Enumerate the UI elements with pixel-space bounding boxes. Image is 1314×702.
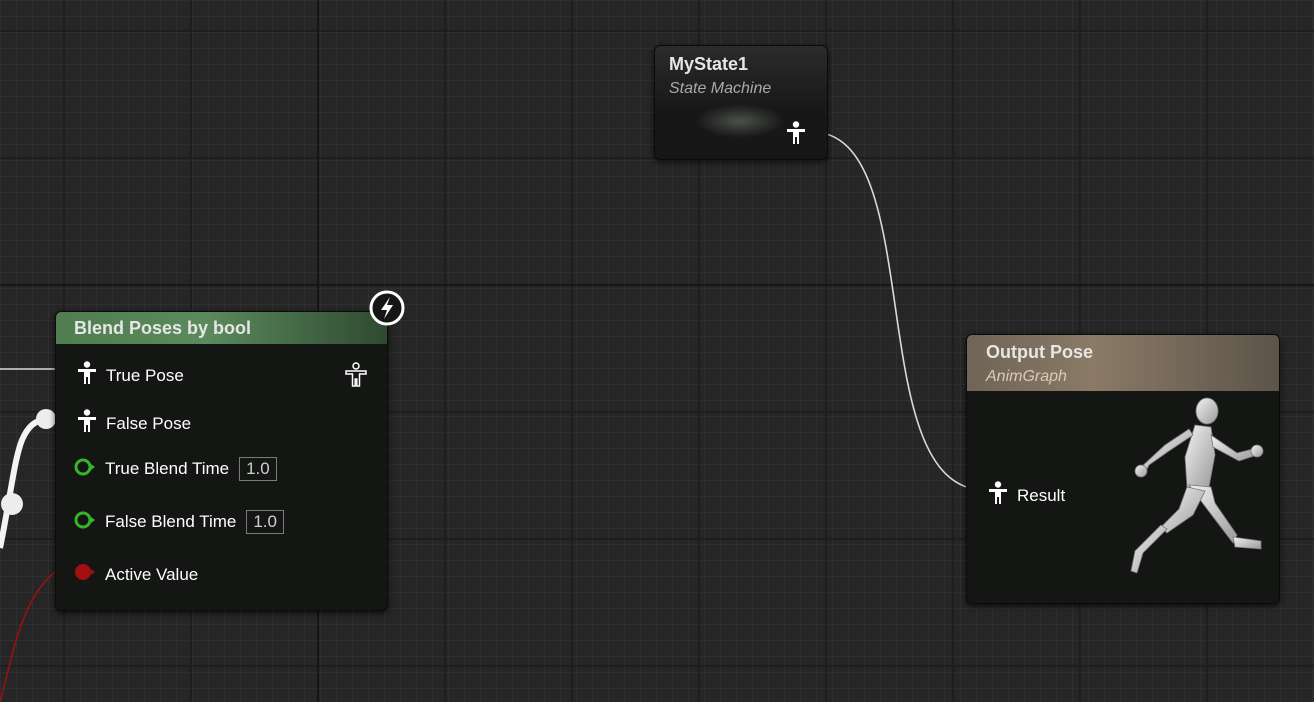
wire-reroute-knot[interactable] (36, 409, 56, 429)
state-machine-subtitle: State Machine (669, 80, 772, 97)
false-pose-wire[interactable] (0, 417, 46, 549)
bool-pin-icon[interactable] (74, 563, 96, 586)
false-blend-time-pin[interactable]: False Blend Time 1.0 (74, 510, 284, 534)
blend-poses-header[interactable]: Blend Poses by bool (56, 312, 387, 344)
active-value-wire[interactable] (0, 571, 56, 702)
pose-pin-icon[interactable] (76, 361, 98, 390)
wire-reroute-knot-2[interactable] (1, 493, 23, 515)
float-pin-icon[interactable] (74, 458, 96, 481)
true-blend-time-input[interactable]: 1.0 (239, 457, 277, 481)
output-pose-title: Output Pose (986, 342, 1093, 362)
blend-poses-node[interactable]: Blend Poses by bool True Pose False Pose… (55, 311, 388, 611)
state-machine-node[interactable]: MyState1 State Machine (654, 45, 828, 160)
pose-pin-icon[interactable] (76, 409, 98, 438)
result-pin[interactable]: Result (987, 481, 1065, 510)
output-pose-node[interactable]: Output Pose AnimGraph Result (966, 334, 1280, 604)
false-blend-time-input[interactable]: 1.0 (246, 510, 284, 534)
state-machine-preview (695, 104, 785, 138)
active-value-label: Active Value (105, 564, 199, 584)
float-pin-icon[interactable] (74, 511, 96, 534)
blend-poses-title: Blend Poses by bool (74, 318, 252, 338)
running-mannequin-icon (1115, 395, 1275, 590)
state-to-result-wire[interactable] (811, 131, 986, 491)
false-blend-time-label: False Blend Time (105, 512, 237, 531)
pose-pin-icon[interactable] (987, 481, 1009, 510)
output-pose-header[interactable]: Output Pose AnimGraph (967, 335, 1279, 391)
pose-outline-icon[interactable] (344, 362, 368, 393)
output-pose-subtitle: AnimGraph (986, 368, 1067, 385)
true-blend-time-pin[interactable]: True Blend Time 1.0 (74, 457, 277, 481)
false-pose-label: False Pose (106, 413, 192, 433)
lightning-bolt-icon (368, 289, 406, 332)
active-value-pin[interactable]: Active Value (74, 563, 198, 586)
true-pose-pin[interactable]: True Pose (76, 361, 184, 390)
true-blend-time-label: True Blend Time (105, 459, 230, 478)
state-machine-title: MyState1 (669, 54, 749, 74)
false-pose-pin[interactable]: False Pose (76, 409, 191, 438)
result-label: Result (1017, 485, 1066, 505)
pose-pin-icon[interactable] (785, 121, 807, 150)
true-pose-label: True Pose (106, 365, 184, 385)
